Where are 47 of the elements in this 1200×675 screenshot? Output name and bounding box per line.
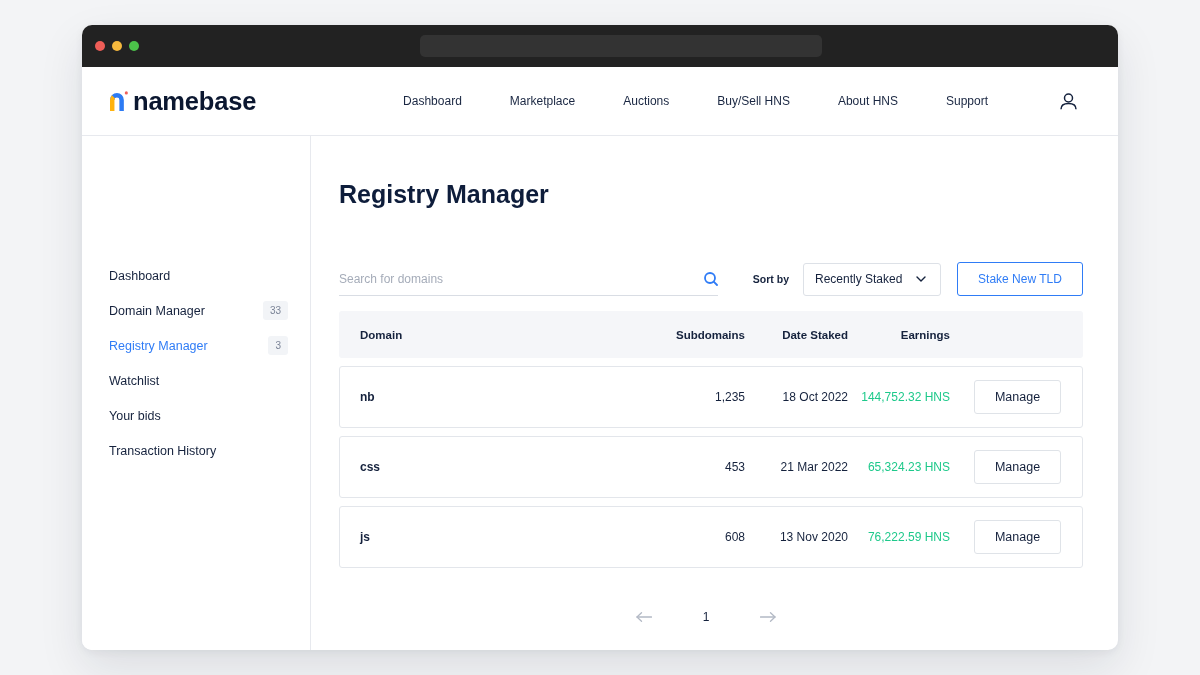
count-badge: 3 — [268, 336, 288, 355]
nav-link[interactable]: About HNS — [837, 93, 898, 109]
search-field[interactable]: Search for domains — [339, 262, 718, 296]
sort-label: Sort by — [752, 273, 789, 285]
window-close-button[interactable] — [95, 41, 105, 51]
date-staked: 18 Oct 2022 — [782, 390, 848, 404]
logo-icon — [110, 91, 128, 111]
manage-button[interactable]: Manage — [974, 450, 1061, 484]
manage-button[interactable]: Manage — [974, 520, 1061, 554]
logo-link[interactable]: namebase — [110, 86, 257, 116]
column-header: Date Staked — [782, 328, 848, 341]
sidebar-item[interactable]: Dashboard — [82, 258, 310, 293]
subdomain-count: 1,235 — [714, 390, 745, 404]
subdomain-count: 608 — [724, 530, 745, 544]
sort-dropdown[interactable]: Recently Staked — [803, 262, 941, 296]
date-staked: 21 Mar 2022 — [780, 460, 848, 474]
user-icon[interactable] — [1060, 92, 1077, 110]
window-minimize-button[interactable] — [112, 41, 122, 51]
chevron-down-icon — [916, 276, 926, 282]
nav-link[interactable]: Marketplace — [509, 93, 576, 109]
domain-name: js — [360, 530, 370, 544]
nav-link[interactable]: Auctions — [623, 93, 670, 109]
domain-name: css — [360, 460, 381, 474]
earnings-amount: 65,324.23 HNS — [867, 460, 950, 474]
nav-link[interactable]: Dashboard — [403, 93, 462, 109]
sidebar-item[interactable]: Domain Manager 33 — [82, 293, 310, 328]
column-header: Earnings — [900, 328, 950, 341]
domain-name: nb — [360, 390, 375, 404]
window-maximize-button[interactable] — [129, 41, 139, 51]
earnings-amount: 144,752.32 HNS — [861, 390, 950, 404]
stake-new-tld-button[interactable]: Stake New TLD — [957, 262, 1083, 296]
manage-button[interactable]: Manage — [974, 380, 1061, 414]
sidebar-item[interactable]: Transaction History — [82, 433, 310, 468]
nav-link[interactable]: Buy/Sell HNS — [717, 93, 790, 109]
nav-link[interactable]: Support — [945, 93, 988, 109]
date-staked: 13 Nov 2020 — [779, 530, 848, 544]
column-header: Domain — [360, 328, 403, 341]
sidebar-item[interactable]: Registry Manager 3 — [82, 328, 310, 363]
column-header: Subdomains — [676, 328, 745, 341]
subdomain-count: 453 — [724, 460, 745, 474]
page-title: Registry Manager — [339, 179, 550, 209]
sidebar-item[interactable]: Watchlist — [82, 363, 310, 398]
search-icon[interactable] — [703, 272, 718, 286]
earnings-amount: 76,222.59 HNS — [867, 530, 950, 544]
sidebar-item[interactable]: Your bids — [82, 398, 310, 433]
count-badge: 33 — [262, 301, 288, 320]
page-number[interactable]: 1 — [702, 610, 710, 624]
